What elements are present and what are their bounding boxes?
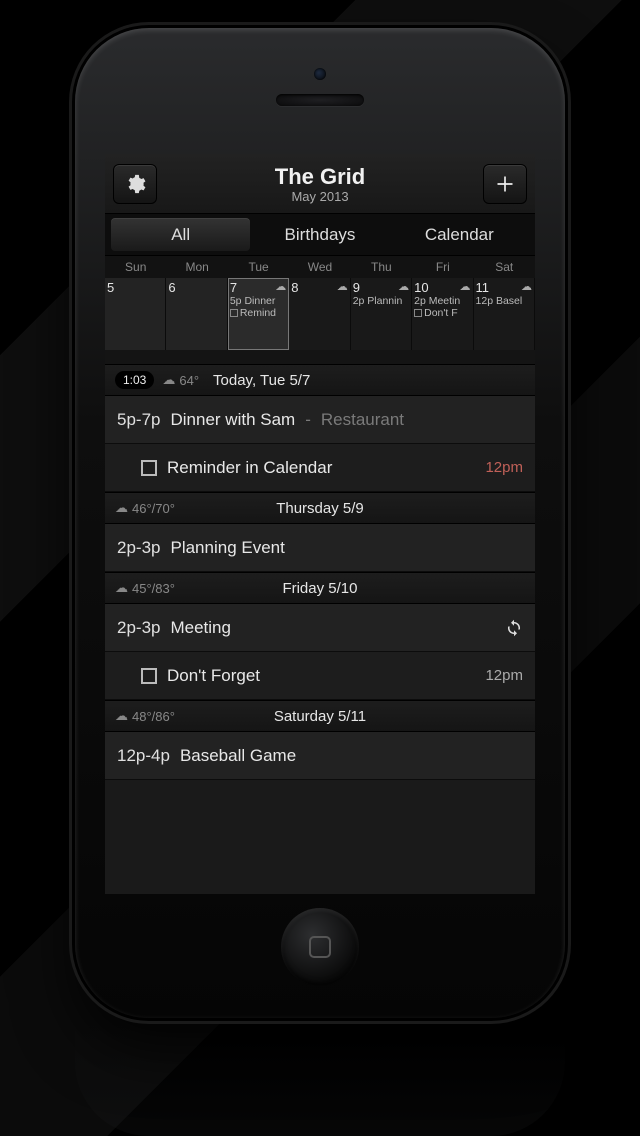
- phone-frame: The Grid May 2013 All Birthdays Calendar…: [75, 28, 565, 1018]
- plus-icon: [495, 174, 515, 194]
- day-cell[interactable]: 10 ☁ 2p Meetin Don't F: [412, 278, 473, 350]
- section-temp: 46°/70°: [132, 501, 175, 516]
- weekday-label: Fri: [412, 256, 473, 278]
- event-title: Meeting: [170, 618, 230, 638]
- cloud-icon: ☁: [275, 280, 286, 293]
- weekday-header: Sun Mon Tue Wed Thu Fri Sat: [105, 256, 535, 278]
- day-reminder: Don't F: [414, 307, 470, 319]
- cloud-icon: ☁: [162, 372, 175, 388]
- event-row[interactable]: 2p-3p Planning Event: [105, 524, 535, 572]
- cloud-icon: ☁: [460, 280, 471, 293]
- day-event: 2p Meetin: [414, 295, 470, 307]
- weekday-label: Tue: [228, 256, 289, 278]
- repeat-icon: [505, 619, 523, 637]
- section-header: ☁ 45°/83° Friday 5/10: [105, 572, 535, 604]
- day-cell-selected[interactable]: 7 ☁ 5p Dinner Remind: [228, 278, 289, 350]
- weekday-label: Sun: [105, 256, 166, 278]
- app-header: The Grid May 2013: [105, 154, 535, 214]
- weekday-label: Sat: [474, 256, 535, 278]
- filter-tab-bar: All Birthdays Calendar: [105, 214, 535, 256]
- event-time: 2p-3p: [117, 618, 160, 638]
- event-time: 12p-4p: [117, 746, 170, 766]
- cloud-icon: ☁: [337, 280, 348, 293]
- reminder-row[interactable]: Reminder in Calendar 12pm: [105, 444, 535, 492]
- day-number: 6: [168, 280, 224, 295]
- section-title: Friday 5/10: [282, 580, 357, 597]
- add-button[interactable]: [483, 164, 527, 204]
- reminder-title: Reminder in Calendar: [167, 458, 332, 478]
- event-row[interactable]: 12p-4p Baseball Game: [105, 732, 535, 780]
- weekday-label: Mon: [166, 256, 227, 278]
- day-cell[interactable]: 6: [166, 278, 227, 350]
- tab-birthdays[interactable]: Birthdays: [250, 218, 389, 251]
- section-title: Saturday 5/11: [274, 708, 366, 725]
- screen: The Grid May 2013 All Birthdays Calendar…: [105, 154, 535, 894]
- cloud-icon: ☁: [115, 500, 128, 516]
- week-row: 5 6 7 ☁ 5p Dinner Remind 8 ☁ 9 ☁ 2p Plan…: [105, 278, 535, 350]
- proximity-sensor: [314, 68, 326, 80]
- tab-calendar[interactable]: Calendar: [390, 218, 529, 251]
- reminder-checkbox[interactable]: [141, 668, 157, 684]
- event-title: Baseball Game: [180, 746, 296, 766]
- list-bottom-spacer: [105, 780, 535, 894]
- cloud-icon: ☁: [115, 580, 128, 596]
- section-temp: 48°/86°: [132, 709, 175, 724]
- event-time: 5p-7p: [117, 410, 160, 430]
- tab-all[interactable]: All: [111, 218, 250, 251]
- cloud-icon: ☁: [521, 280, 532, 293]
- reminder-checkbox[interactable]: [141, 460, 157, 476]
- day-number: 5: [107, 280, 163, 295]
- event-time: 2p-3p: [117, 538, 160, 558]
- gear-icon: [124, 173, 146, 195]
- home-button[interactable]: [281, 908, 359, 986]
- day-cell[interactable]: 9 ☁ 2p Plannin: [351, 278, 412, 350]
- reminder-row[interactable]: Don't Forget 12pm: [105, 652, 535, 700]
- phone-reflection: [75, 1018, 565, 1136]
- event-title: Planning Event: [170, 538, 284, 558]
- event-row[interactable]: 2p-3p Meeting: [105, 604, 535, 652]
- section-header: ☁ 46°/70° Thursday 5/9: [105, 492, 535, 524]
- event-list[interactable]: 1:03 ☁ 64° Today, Tue 5/7 5p-7p Dinner wi…: [105, 364, 535, 894]
- day-reminder: Remind: [230, 307, 286, 319]
- event-location-separator: -: [305, 410, 311, 430]
- app-subtitle: May 2013: [157, 189, 483, 204]
- cloud-icon: ☁: [115, 708, 128, 724]
- settings-button[interactable]: [113, 164, 157, 204]
- today-temp: 64°: [179, 373, 199, 388]
- weekday-label: Thu: [351, 256, 412, 278]
- section-temp: 45°/83°: [132, 581, 175, 596]
- event-location: Restaurant: [321, 410, 404, 430]
- day-cell[interactable]: 11 ☁ 12p Basel: [474, 278, 535, 350]
- day-event: 12p Basel: [476, 295, 532, 307]
- event-row[interactable]: 5p-7p Dinner with Sam - Restaurant: [105, 396, 535, 444]
- app-title: The Grid: [157, 164, 483, 190]
- day-event: 2p Plannin: [353, 295, 409, 307]
- reminder-time: 12pm: [485, 667, 523, 684]
- section-header: ☁ 48°/86° Saturday 5/11: [105, 700, 535, 732]
- reminder-time: 12pm: [485, 459, 523, 476]
- day-cell[interactable]: 5: [105, 278, 166, 350]
- section-header-today: 1:03 ☁ 64° Today, Tue 5/7: [105, 364, 535, 396]
- event-title: Dinner with Sam: [170, 410, 295, 430]
- weekday-label: Wed: [289, 256, 350, 278]
- reminder-title: Don't Forget: [167, 666, 260, 686]
- day-cell[interactable]: 8 ☁: [289, 278, 350, 350]
- home-square-icon: [309, 936, 331, 958]
- section-title: Thursday 5/9: [276, 500, 364, 517]
- day-event: 5p Dinner: [230, 295, 286, 307]
- cloud-icon: ☁: [398, 280, 409, 293]
- section-title: Today, Tue 5/7: [213, 372, 310, 389]
- clock-pill: 1:03: [115, 371, 154, 389]
- earpiece: [276, 94, 364, 106]
